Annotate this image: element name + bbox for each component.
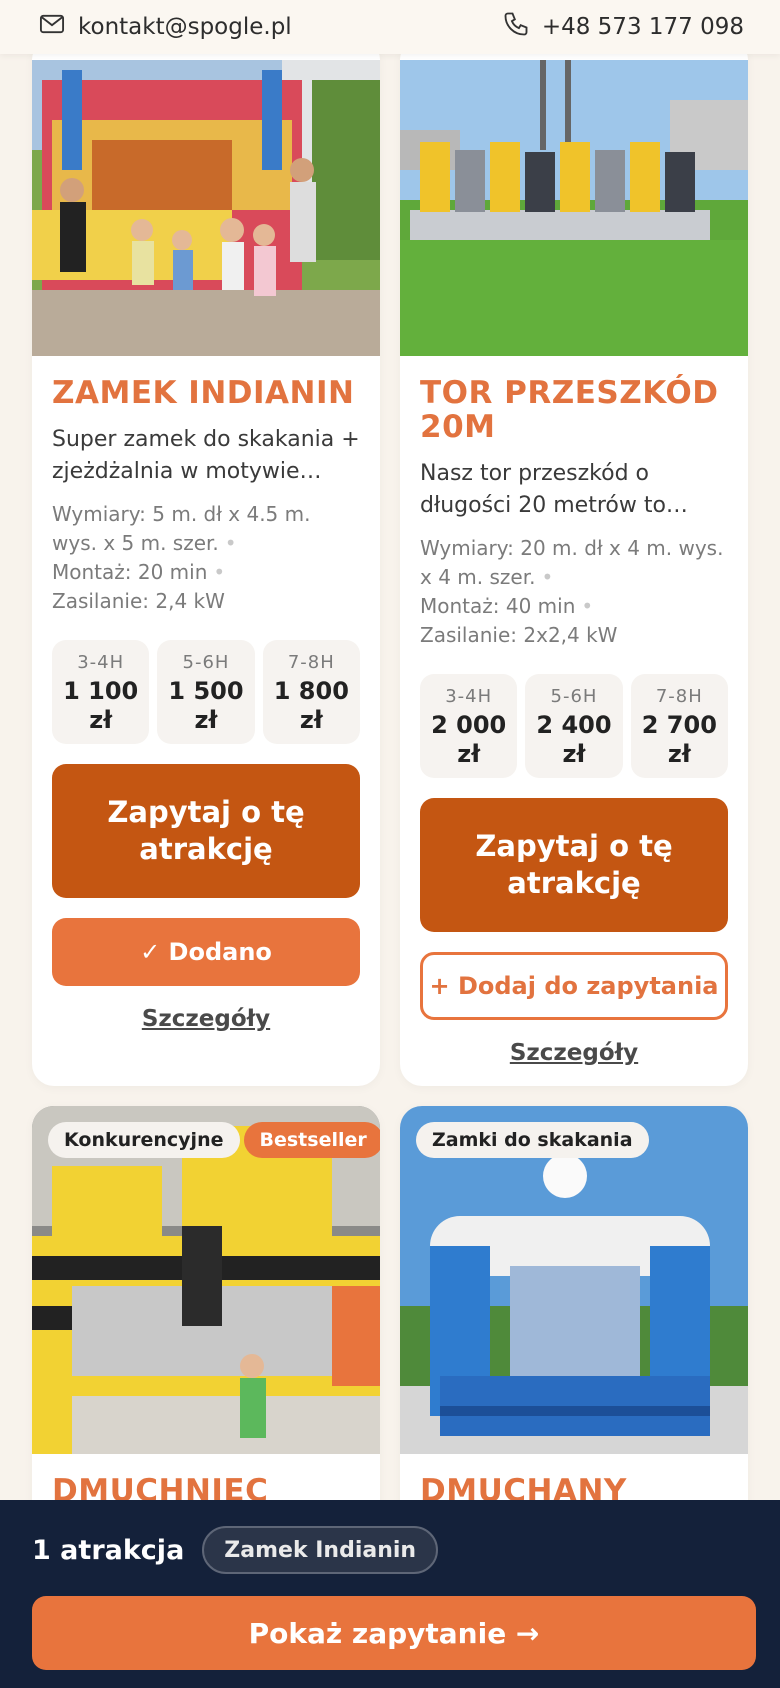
add-to-inquiry-button[interactable]: + Dodaj do zapytania [420, 952, 728, 1020]
price-amount: 2 700 zł [641, 711, 717, 768]
email-text: kontakt@spogle.pl [78, 14, 292, 40]
price-duration: 3-4H [77, 652, 125, 673]
product-card: Zamek Indianin Super zamek do skakania +… [32, 38, 380, 1086]
product-photo[interactable]: Konkurencyjne Bestseller [32, 1106, 380, 1454]
price-amount: 1 800 zł [273, 677, 349, 734]
badge-bestseller: Bestseller [243, 1122, 380, 1158]
price-duration: 5-6H [182, 652, 230, 673]
phone-icon [502, 10, 530, 44]
price-duration: 7-8H [655, 686, 703, 707]
price-tile: 5-6H 1 500 zł [157, 640, 255, 744]
product-photo[interactable]: Zamki do skakania [400, 1106, 748, 1454]
spec-dimensions: Wymiary: 5 m. dł x 4.5 m. wys. x 5 m. sz… [52, 502, 311, 555]
product-card: Tor przeszkód 20m Nasz tor przeszkód o d… [400, 38, 748, 1086]
spec-power: Zasilanie: 2,4 kW [52, 589, 225, 613]
price-duration: 3-4H [445, 686, 493, 707]
spec-assembly: Montaż: 40 min • [420, 594, 594, 618]
ask-about-attraction-button[interactable]: Zapytaj o tę atrakcję [420, 798, 728, 932]
price-tile: 7-8H 2 700 zł [630, 674, 728, 778]
spec-dimensions: Wymiary: 20 m. dł x 4 m. wys. x 4 m. sze… [420, 536, 724, 589]
price-tile: 3-4H 1 100 zł [52, 640, 150, 744]
attraction-count: 1 atrakcja [32, 1534, 185, 1566]
email-link[interactable]: kontakt@spogle.pl [38, 10, 292, 44]
spec-assembly: Montaż: 20 min • [52, 560, 226, 584]
price-amount: 2 400 zł [536, 711, 612, 768]
price-amount: 2 000 zł [431, 711, 507, 768]
product-photo[interactable] [32, 60, 380, 356]
price-list: 3-4H 1 100 zł 5-6H 1 500 zł 7-8H 1 800 z… [52, 640, 360, 744]
ask-about-attraction-button[interactable]: Zapytaj o tę atrakcję [52, 764, 360, 898]
badge-group: Konkurencyjne Bestseller [48, 1122, 380, 1158]
details-link[interactable]: Szczegóły [420, 1040, 728, 1066]
badge-group: Zamki do skakania [416, 1122, 649, 1158]
badge-category: Zamki do skakania [416, 1122, 649, 1158]
product-description: Nasz tor przeszkód o długości 20 metrów … [420, 461, 688, 518]
phone-link[interactable]: +48 573 177 098 [502, 10, 744, 44]
show-inquiry-button[interactable]: Pokaż zapytanie → [32, 1596, 756, 1670]
details-link[interactable]: Szczegóły [52, 1006, 360, 1032]
phone-text: +48 573 177 098 [541, 14, 744, 40]
price-amount: 1 500 zł [168, 677, 244, 734]
price-tile: 7-8H 1 800 zł [262, 640, 360, 744]
selected-attraction-chip[interactable]: Zamek Indianin [202, 1526, 439, 1574]
mail-icon [38, 10, 66, 44]
spec-power: Zasilanie: 2x2,4 kW [420, 623, 618, 647]
price-list: 3-4H 2 000 zł 5-6H 2 400 zł 7-8H 2 700 z… [420, 674, 728, 778]
price-duration: 7-8H [287, 652, 335, 673]
added-to-inquiry-button[interactable]: ✓ Dodano [52, 918, 360, 986]
product-description: Super zamek do skakania + zjeżdżalnia w … [52, 427, 360, 484]
product-photo[interactable] [400, 60, 748, 356]
price-tile: 3-4H 2 000 zł [420, 674, 518, 778]
price-duration: 5-6H [550, 686, 598, 707]
badge-competitive: Konkurencyjne [48, 1122, 240, 1158]
inquiry-bar: 1 atrakcja Zamek Indianin Pokaż zapytani… [0, 1500, 780, 1688]
product-title[interactable]: Zamek Indianin [52, 376, 360, 410]
contact-bar: kontakt@spogle.pl +48 573 177 098 [0, 0, 780, 54]
product-title[interactable]: Tor przeszkód 20m [420, 376, 728, 444]
price-tile: 5-6H 2 400 zł [525, 674, 623, 778]
price-amount: 1 100 zł [63, 677, 139, 734]
